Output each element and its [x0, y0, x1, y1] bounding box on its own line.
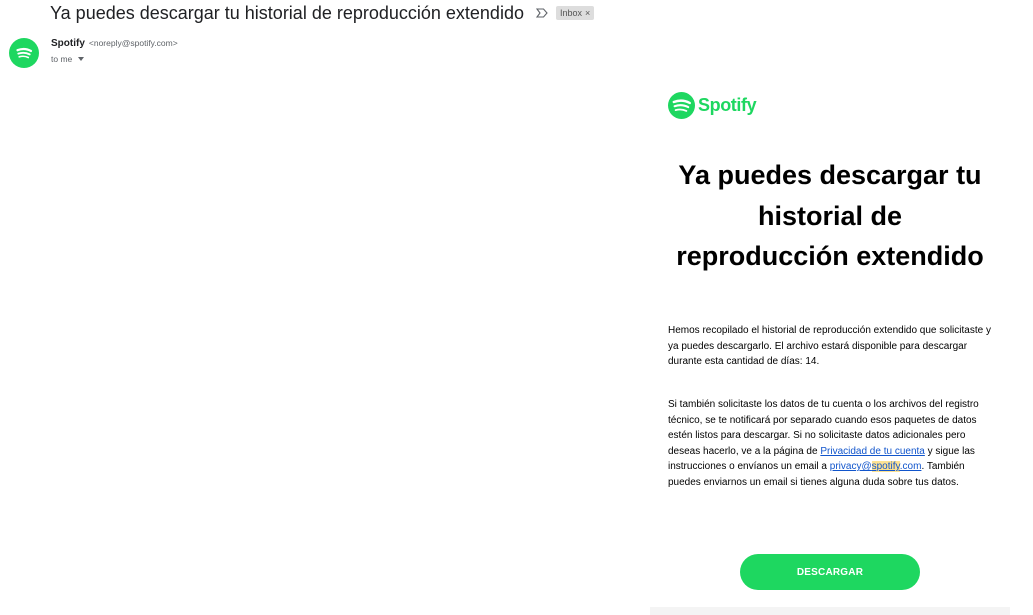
recipient-label: to me [51, 54, 73, 64]
important-marker-icon[interactable] [535, 8, 548, 18]
privacy-email-suffix: .com [899, 461, 922, 472]
sender-email: <noreply@spotify.com> [88, 38, 178, 48]
download-button[interactable]: DESCARGAR [740, 554, 920, 590]
privacy-email-highlight: spotify [871, 461, 900, 472]
sender-name[interactable]: Spotify [51, 38, 85, 49]
sender-info: Spotify <noreply@spotify.com> to me [51, 38, 178, 64]
email-view: Ya puedes descargar tu historial de repr… [0, 0, 1033, 615]
email-headline: Ya puedes descargar tu historial de repr… [676, 160, 984, 271]
privacy-page-link[interactable]: Privacidad de tu cuenta [820, 446, 925, 457]
spotify-logo[interactable]: Spotify [668, 92, 757, 119]
inbox-label-text: Inbox [559, 8, 582, 18]
paragraph-additional-data: Si también solicitaste los datos de tu c… [668, 397, 993, 490]
spotify-avatar-icon [16, 48, 33, 59]
subject-row: Ya puedes descargar tu historial de repr… [50, 2, 595, 24]
sender-avatar[interactable] [9, 38, 39, 68]
spotify-logo-text: Spotify [698, 95, 757, 115]
chevron-down-icon[interactable] [78, 57, 85, 61]
email-footer-strip [650, 607, 1010, 615]
recipient-details[interactable]: to me [51, 54, 178, 64]
email-subject: Ya puedes descargar tu historial de repr… [50, 2, 524, 23]
privacy-email-prefix: privacy@ [829, 461, 872, 472]
paragraph-ready: Hemos recopilado el historial de reprodu… [668, 325, 991, 367]
remove-label-icon[interactable]: × [585, 7, 590, 19]
privacy-email-link[interactable]: privacy@spotify.com [829, 461, 922, 472]
email-body: Spotify Ya puedes descargar tu historial… [650, 80, 1010, 615]
inbox-label-chip[interactable]: Inbox × [555, 6, 595, 20]
spotify-logo-icon [668, 92, 695, 119]
